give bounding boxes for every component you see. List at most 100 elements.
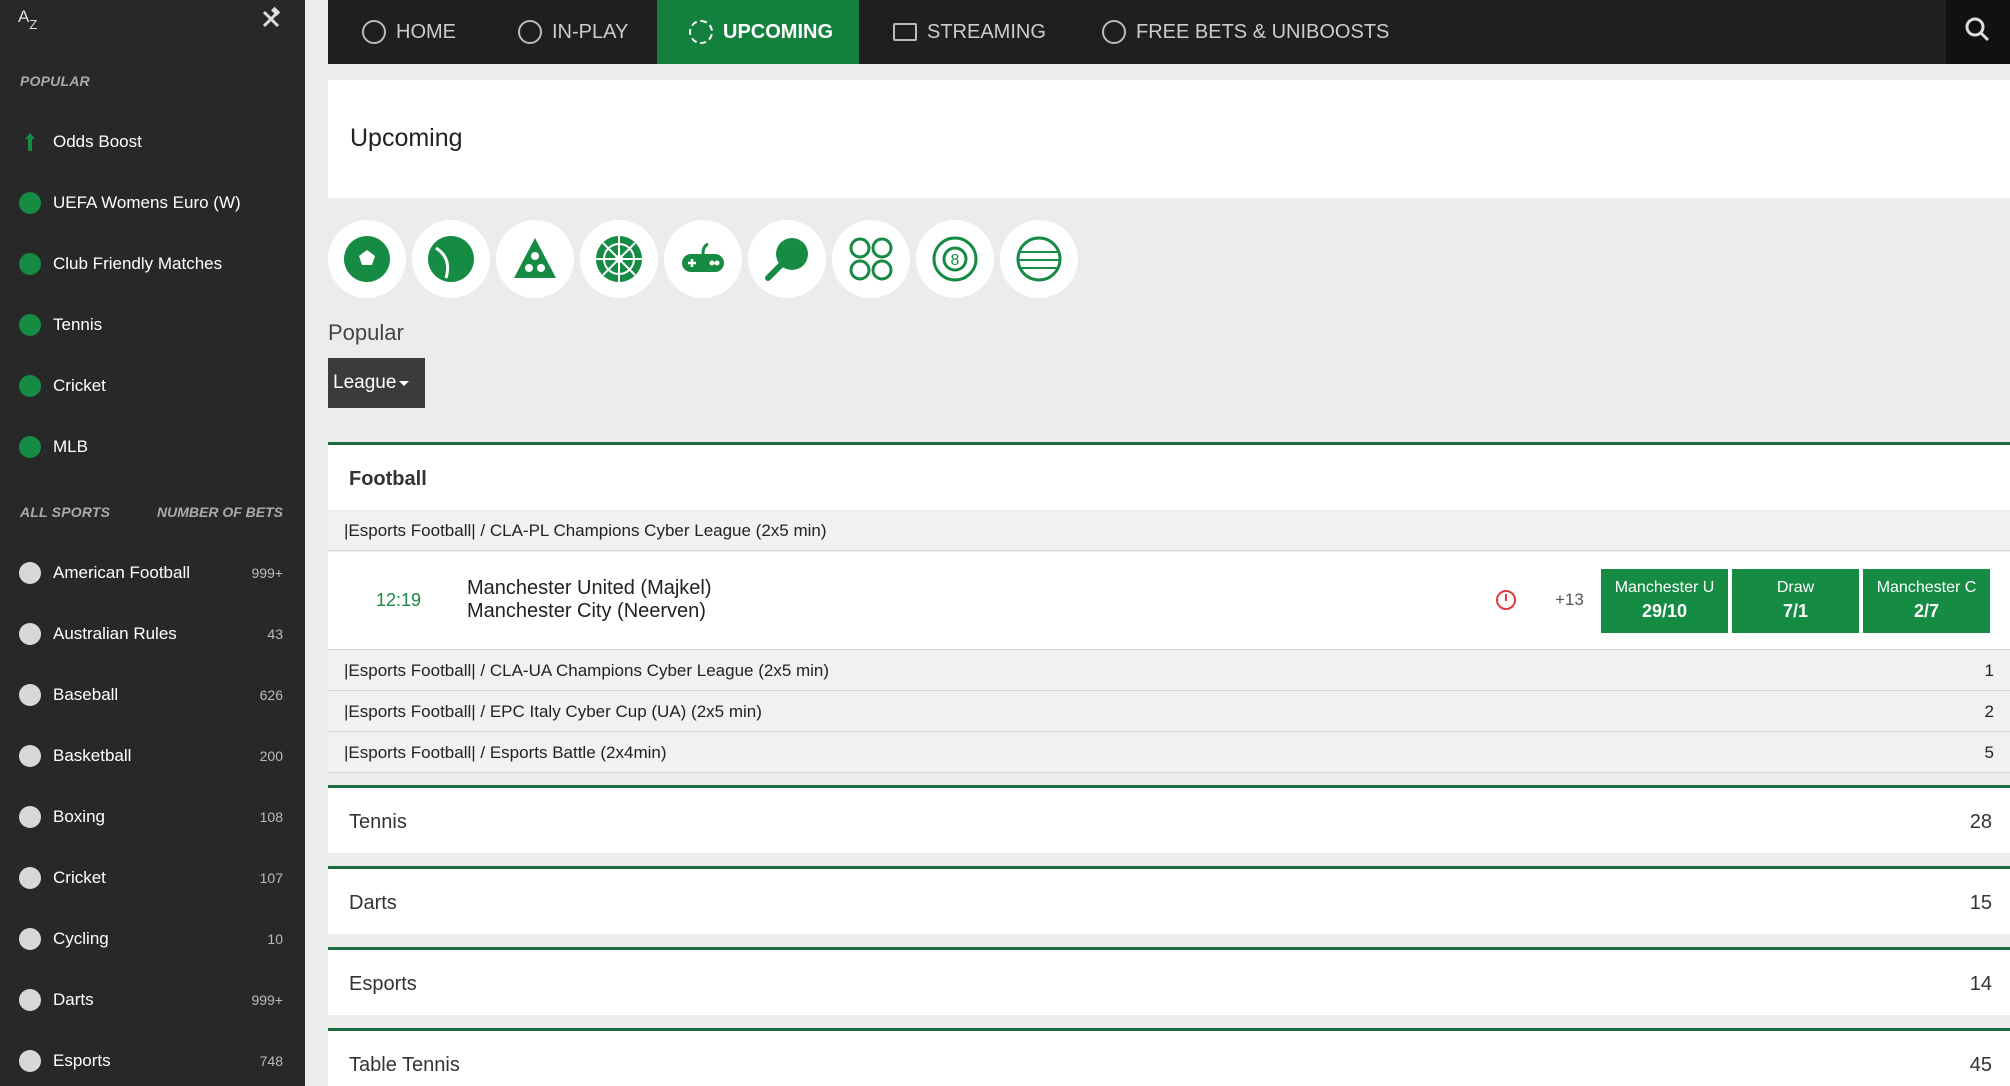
nav-home[interactable]: HOME: [362, 0, 512, 64]
search-icon: [1965, 17, 1990, 42]
nav-free-bets[interactable]: FREE BETS & UNIBOOSTS: [1102, 0, 1392, 64]
sidebar-item-label: MLB: [53, 436, 88, 456]
football-icon: [344, 236, 390, 282]
home-icon: [362, 20, 386, 44]
league-row[interactable]: |Esports Football| / EPC Italy Cyber Cup…: [328, 692, 2010, 732]
sidebar-item-esports[interactable]: Esports 748: [0, 1030, 305, 1086]
sport-section-count: 45: [1969, 1054, 1992, 1076]
sport-section-name: Tennis: [349, 811, 407, 833]
nav-streaming[interactable]: STREAMING: [893, 0, 1073, 64]
nav-label: STREAMING: [927, 20, 1046, 43]
sidebar-item-label: Boxing: [53, 806, 105, 826]
sport-section-count: 15: [1969, 892, 1992, 914]
sidebar-item-australian-rules[interactable]: Australian Rules 43: [0, 603, 305, 664]
top-navigation: HOME IN-PLAY UPCOMING STREAMING FREE BET…: [328, 0, 2010, 64]
nav-upcoming[interactable]: UPCOMING: [657, 0, 859, 64]
sidebar-item-odds-boost[interactable]: Odds Boost: [0, 111, 305, 172]
sidebar-item-tennis[interactable]: Tennis: [0, 294, 305, 355]
sport-filter-tennis[interactable]: [412, 220, 490, 298]
australian-rules-icon: [19, 622, 41, 645]
number-of-bets-heading: NUMBER OF BETS: [157, 504, 283, 520]
league-name: |Esports Football| / CLA-PL Champions Cy…: [344, 521, 827, 540]
sport-section-name: Table Tennis: [349, 1054, 460, 1076]
nav-label: UPCOMING: [723, 20, 833, 43]
sport-filter-darts[interactable]: [580, 220, 658, 298]
sport-filter-virtual-sports[interactable]: [832, 220, 910, 298]
free-bets-icon: [1102, 20, 1126, 44]
nav-label: IN-PLAY: [552, 20, 629, 43]
league-name: |Esports Football| / CLA-UA Champions Cy…: [344, 661, 830, 680]
league-dropdown[interactable]: League: [328, 358, 425, 408]
sport-filter-volleyball[interactable]: [1000, 220, 1078, 298]
sport-filter-football[interactable]: [328, 220, 406, 298]
sidebar-item-basketball[interactable]: Basketball 200: [0, 725, 305, 786]
league-dropdown-label: League: [333, 372, 397, 393]
page-header: Upcoming: [328, 80, 2010, 198]
sidebar-item-cricket-all[interactable]: Cricket 107: [0, 847, 305, 908]
sport-section-name: Esports: [349, 973, 417, 995]
tennis-icon: [428, 236, 474, 282]
darts-icon: [596, 236, 642, 282]
sidebar-item-baseball[interactable]: Baseball 626: [0, 664, 305, 725]
sidebar-item-american-football[interactable]: American Football 999+: [0, 542, 305, 603]
football-icon: [19, 191, 41, 214]
sidebar-item-cycling[interactable]: Cycling 10: [0, 908, 305, 969]
sidebar-item-label: Club Friendly Matches: [53, 253, 223, 273]
search-button[interactable]: [1946, 0, 2010, 64]
baseball-icon: [19, 683, 41, 706]
league-row[interactable]: |Esports Football| / Esports Battle (2x4…: [328, 733, 2010, 773]
event-away-team[interactable]: Manchester City (Neerven): [467, 600, 706, 623]
sidebar-item-club-friendly-matches[interactable]: Club Friendly Matches: [0, 233, 305, 294]
sport-filter-table-tennis[interactable]: [748, 220, 826, 298]
odds-label: Manchester U: [1614, 579, 1715, 596]
odds-value: 29/10: [1641, 601, 1688, 621]
cricket-icon: [19, 374, 41, 397]
sport-section-table-tennis[interactable]: Table Tennis 45: [328, 1028, 2010, 1086]
sport-section-darts[interactable]: Darts 15: [328, 866, 2010, 934]
odds-button-home[interactable]: Manchester U 29/10: [1601, 569, 1728, 633]
sport-filter-snooker[interactable]: [496, 220, 574, 298]
all-sports-heading: ALL SPORTS: [20, 504, 111, 520]
baseball-icon: [19, 435, 41, 458]
sport-filter-esports[interactable]: [664, 220, 742, 298]
boxing-icon: [19, 805, 41, 828]
pin-icon[interactable]: [258, 6, 284, 32]
sport-section-count: 28: [1969, 811, 1992, 833]
sport-section-esports[interactable]: Esports 14: [328, 947, 2010, 1015]
sport-section-football[interactable]: Football: [328, 442, 2010, 510]
more-markets-link[interactable]: +13: [1555, 590, 1584, 610]
sidebar-item-label: Tennis: [53, 314, 103, 334]
sidebar-item-cricket[interactable]: Cricket: [0, 355, 305, 416]
bet-count: 107: [259, 869, 283, 886]
sport-section-tennis[interactable]: Tennis 28: [328, 785, 2010, 853]
sidebar: AZ POPULAR Odds Boost UEFA Womens Euro (…: [0, 0, 305, 1086]
sidebar-item-boxing[interactable]: Boxing 108: [0, 786, 305, 847]
odds-button-away[interactable]: Manchester C 2/7: [1863, 569, 1990, 633]
odds-label: Manchester C: [1876, 579, 1977, 596]
league-name: |Esports Football| / EPC Italy Cyber Cup…: [344, 702, 762, 721]
league-name: |Esports Football| / Esports Battle (2x4…: [344, 743, 667, 762]
sport-filter-pool[interactable]: 8: [916, 220, 994, 298]
bet-count: 10: [267, 930, 283, 947]
table-tennis-icon: [765, 238, 808, 281]
odds-boost-icon: [25, 132, 35, 151]
sidebar-item-mlb[interactable]: MLB: [0, 416, 305, 477]
nav-label: HOME: [396, 20, 456, 43]
sidebar-item-label: Basketball: [53, 745, 132, 765]
event-home-team[interactable]: Manchester United (Majkel): [467, 577, 712, 600]
sidebar-item-uefa-womens-euro[interactable]: UEFA Womens Euro (W): [0, 172, 305, 233]
bet-count: 108: [259, 808, 283, 825]
az-sort-icon[interactable]: AZ: [18, 8, 37, 31]
odds-button-draw[interactable]: Draw 7/1: [1732, 569, 1859, 633]
sidebar-item-darts[interactable]: Darts 999+: [0, 969, 305, 1030]
virtual-sports-icon: [849, 237, 893, 281]
sidebar-item-label: Darts: [53, 989, 94, 1009]
bet-count: 626: [259, 686, 283, 703]
football-icon: [19, 252, 41, 275]
nav-in-play[interactable]: IN-PLAY: [518, 0, 658, 64]
league-row[interactable]: |Esports Football| / CLA-UA Champions Cy…: [328, 651, 2010, 691]
sidebar-item-label: Cricket: [53, 867, 106, 887]
league-row[interactable]: |Esports Football| / CLA-PL Champions Cy…: [328, 511, 2010, 551]
pool-icon: 8: [932, 236, 978, 282]
sport-section-count: 14: [1969, 973, 1992, 995]
